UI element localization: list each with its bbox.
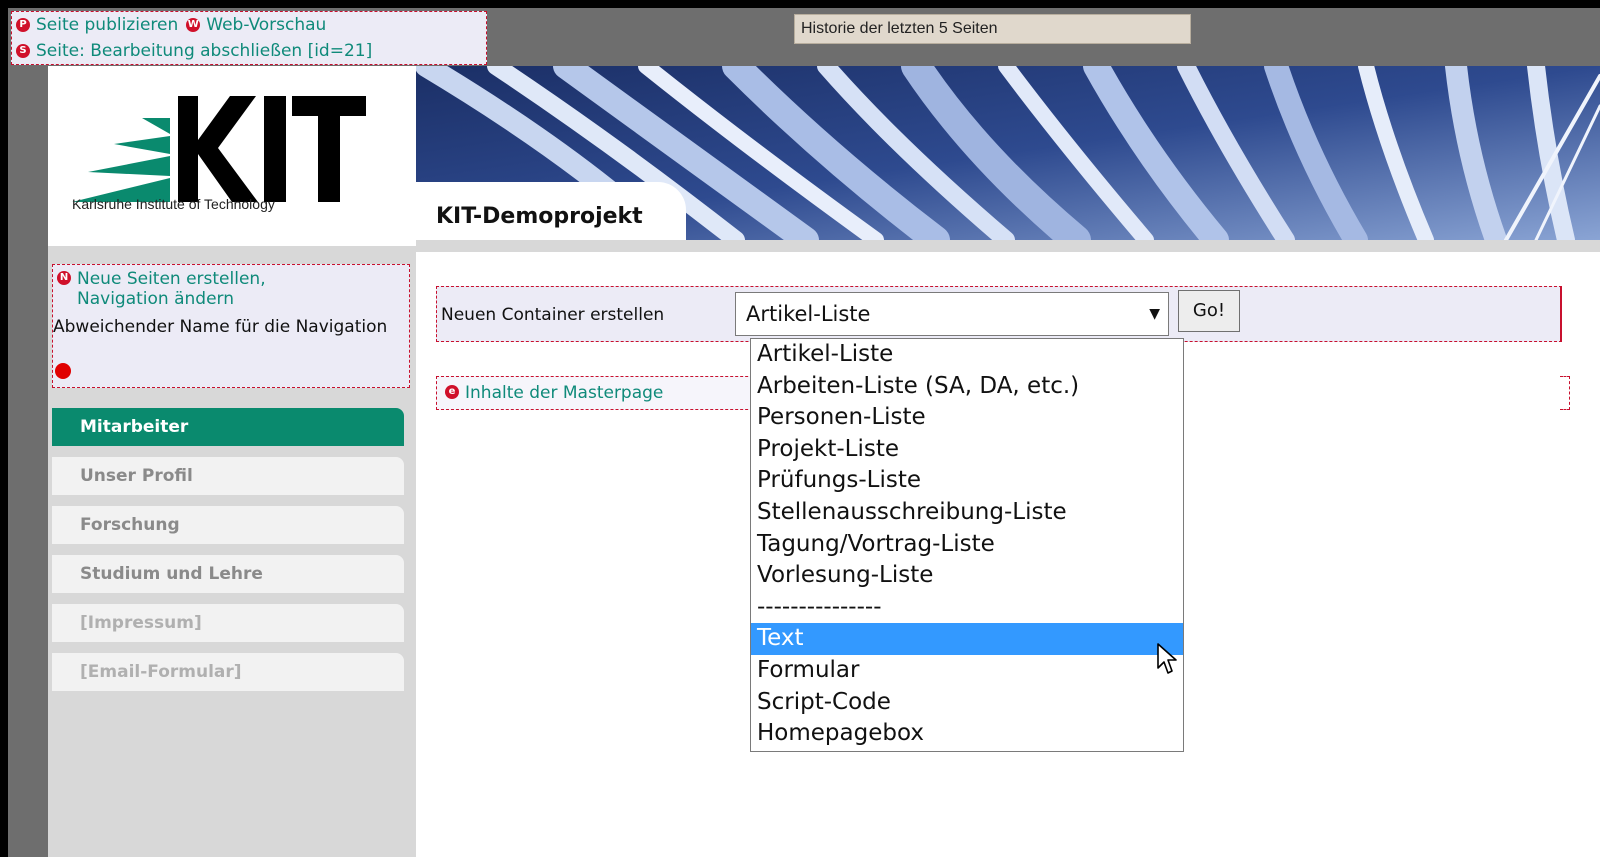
kit-logo[interactable]: Karlsruhe Institute of Technology <box>48 66 418 240</box>
content-divider <box>416 240 1600 252</box>
new-pages-icon: N <box>57 271 71 285</box>
finish-editing-icon[interactable]: S <box>16 44 30 58</box>
project-title: KIT-Demoprojekt <box>436 204 643 229</box>
nav-name-indicator-icon[interactable] <box>55 363 71 379</box>
option-separator: --------------- <box>757 593 882 620</box>
container-type-select-value: Artikel-Liste <box>746 302 871 326</box>
option-text[interactable]: Text <box>751 623 1183 655</box>
preview-icon[interactable]: W <box>186 18 201 32</box>
project-tab: KIT-Demoprojekt <box>416 182 686 240</box>
mouse-cursor-icon <box>1157 643 1177 674</box>
option-stellenausschreibung-liste[interactable]: Stellenausschreibung-Liste <box>751 497 1183 529</box>
finish-editing-link[interactable]: Seite: Bearbeitung abschließen [id=21] <box>36 39 372 63</box>
sidebar-item-unser-profil[interactable]: Unser Profil <box>52 457 404 495</box>
option-vorlesung-liste[interactable]: Vorlesung-Liste <box>751 560 1183 592</box>
history-dropdown[interactable]: Historie der letzten 5 Seiten <box>794 14 1191 44</box>
logo-caption: Karlsruhe Institute of Technology <box>72 196 275 212</box>
admin-row-bottom: S Seite: Bearbeitung abschließen [id=21] <box>16 39 372 63</box>
sidebar-item-studium-und-lehre[interactable]: Studium und Lehre <box>52 555 404 593</box>
masterpage-box-edge <box>1560 376 1570 410</box>
browser-frame: P Seite publizieren W Web-Vorschau S Sei… <box>8 8 1600 857</box>
option-pruefungs-liste[interactable]: Prüfungs-Liste <box>751 465 1183 497</box>
option-script-code[interactable]: Script-Code <box>751 687 1183 719</box>
chevron-down-icon[interactable]: ▼ <box>1149 293 1160 335</box>
masterpage-link-label: Inhalte der Masterpage <box>465 383 664 403</box>
option-formular[interactable]: Formular <box>751 655 1183 687</box>
sidebar-item-impressum[interactable]: [Impressum] <box>52 604 404 642</box>
masterpage-icon: e <box>445 384 459 399</box>
sidebar-item-mitarbeiter[interactable]: Mitarbeiter <box>52 408 404 446</box>
preview-link[interactable]: Web-Vorschau <box>206 13 326 37</box>
option-homepagebox[interactable]: Homepagebox <box>751 718 1183 750</box>
new-container-bar: Neuen Container erstellen Artikel-Liste … <box>436 286 1562 342</box>
publish-link[interactable]: Seite publizieren <box>36 13 178 37</box>
new-container-label: Neuen Container erstellen <box>441 305 665 325</box>
new-pages-link-label: Neue Seiten erstellen, Navigation ändern <box>77 269 266 309</box>
publish-icon[interactable]: P <box>16 18 30 32</box>
container-type-select[interactable]: Artikel-Liste ▼ <box>735 292 1169 336</box>
go-button[interactable]: Go! <box>1178 290 1240 332</box>
admin-toolbar: P Seite publizieren W Web-Vorschau S Sei… <box>11 11 487 65</box>
new-pages-link[interactable]: N Neue Seiten erstellen, Navigation änder… <box>57 269 337 309</box>
option-personen-liste[interactable]: Personen-Liste <box>751 402 1183 434</box>
new-pages-box: N Neue Seiten erstellen, Navigation änder… <box>52 264 410 388</box>
sidebar-item-forschung[interactable]: Forschung <box>52 506 404 544</box>
admin-row-top: P Seite publizieren W Web-Vorschau <box>16 13 326 37</box>
option-artikel-liste[interactable]: Artikel-Liste <box>751 339 1183 371</box>
option-projekt-liste[interactable]: Projekt-Liste <box>751 434 1183 466</box>
sidebar: N Neue Seiten erstellen, Navigation änder… <box>48 246 416 857</box>
sidebar-item-email-formular[interactable]: [Email-Formular] <box>52 653 404 691</box>
container-type-options[interactable]: Artikel-Liste Arbeiten-Liste (SA, DA, et… <box>750 338 1184 752</box>
nav-name-label: Abweichender Name für die Navigation <box>53 317 388 337</box>
option-arbeiten-liste[interactable]: Arbeiten-Liste (SA, DA, etc.) <box>751 371 1183 403</box>
option-tagung-vortrag-liste[interactable]: Tagung/Vortrag-Liste <box>751 529 1183 561</box>
